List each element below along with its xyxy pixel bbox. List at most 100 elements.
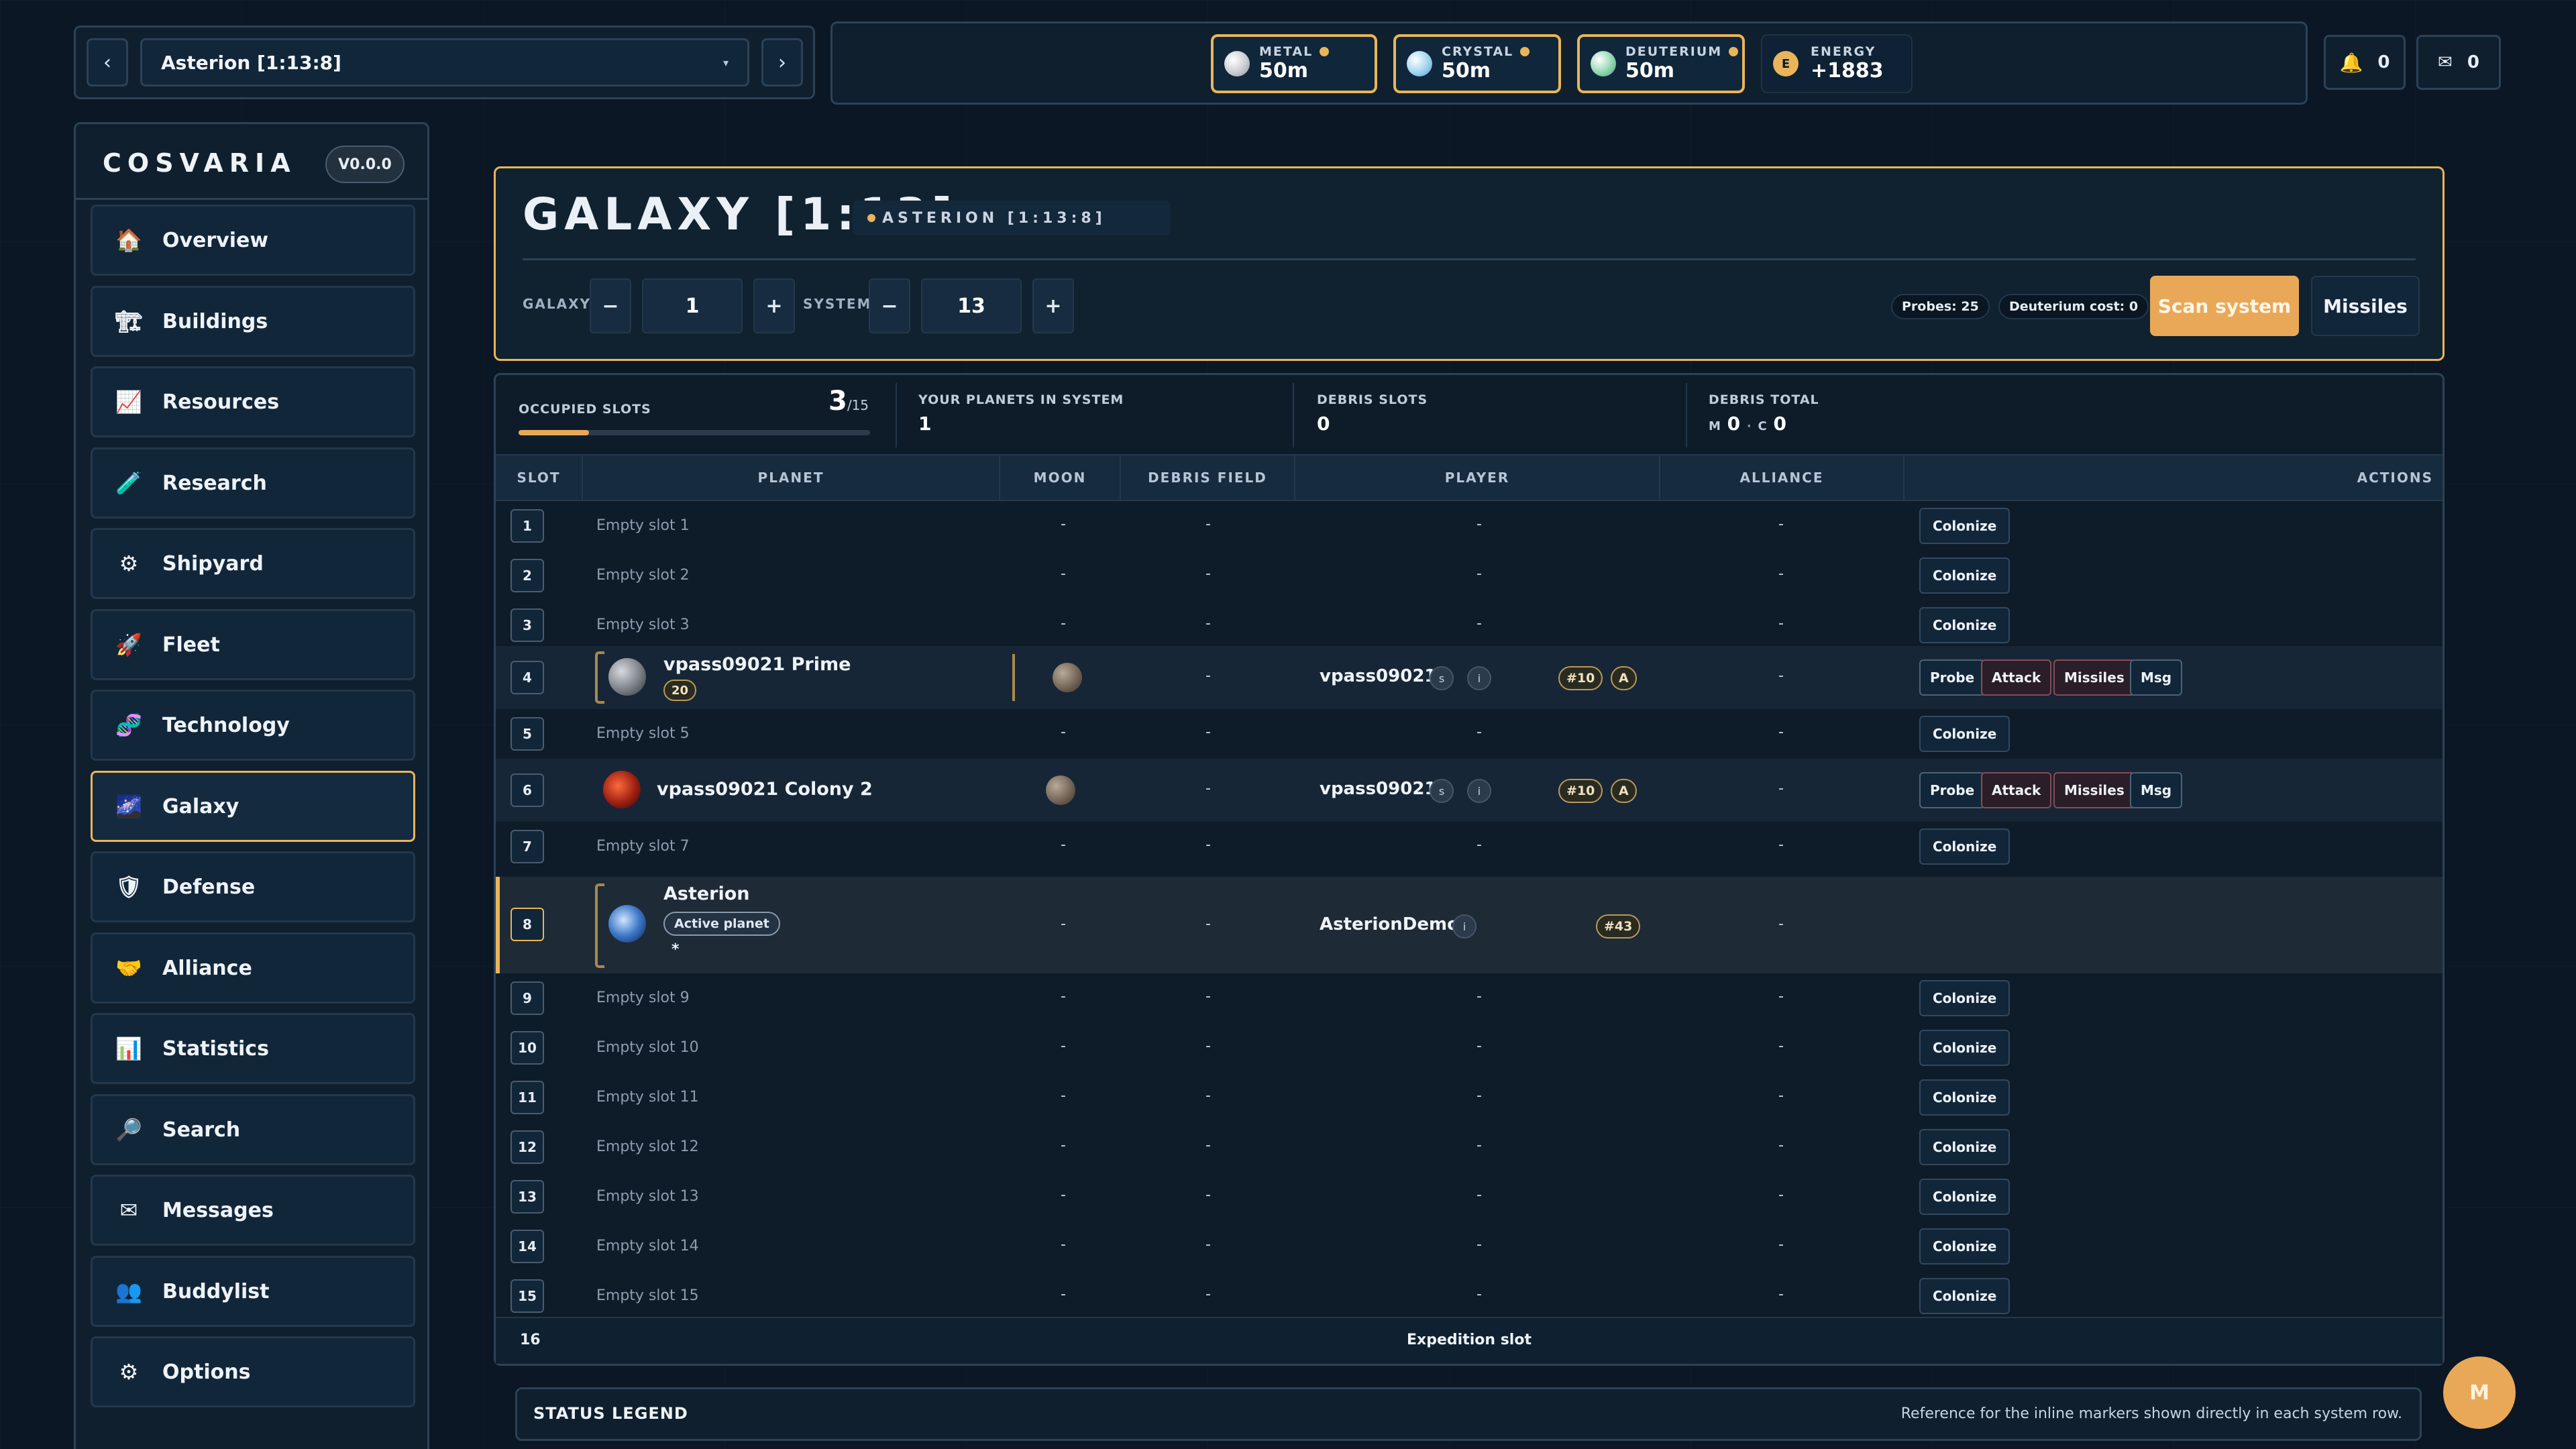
system-decrement-button[interactable]: − xyxy=(869,278,910,333)
player-value: - xyxy=(1477,1286,1482,1303)
status-legend[interactable]: STATUS LEGEND Reference for the inline m… xyxy=(515,1387,2422,1441)
planet-image[interactable] xyxy=(603,771,641,808)
galaxy-input[interactable]: 1 xyxy=(642,278,743,333)
planet-image[interactable] xyxy=(608,905,646,943)
sidebar-item-options[interactable]: ⚙ Options xyxy=(91,1336,415,1407)
probe-button[interactable]: Probe xyxy=(1919,772,1986,808)
sidebar-item-defense[interactable]: 🛡 Defense xyxy=(91,851,415,922)
sidebar-item-fleet[interactable]: 🚀 Fleet xyxy=(91,609,415,680)
colonize-button[interactable]: Colonize xyxy=(1919,716,2010,752)
planet-image[interactable] xyxy=(608,658,646,696)
empty-slot-label: Empty slot 9 xyxy=(596,989,690,1006)
slot-number: 1 xyxy=(511,509,544,543)
player-value: - xyxy=(1477,988,1482,1005)
deuterium-icon xyxy=(1591,51,1616,76)
energy-resource[interactable]: E ENERGY +1883 xyxy=(1761,34,1913,93)
status-dot xyxy=(1729,46,1739,56)
moon-icon[interactable] xyxy=(1046,775,1075,805)
player-name[interactable]: vpass09021 xyxy=(1320,666,1437,686)
mail-button[interactable]: ✉ 0 xyxy=(2416,35,2501,90)
sidebar-item-overview[interactable]: 🏠 Overview xyxy=(91,205,415,276)
planet-name[interactable]: Asterion xyxy=(663,883,750,904)
colonize-button[interactable]: Colonize xyxy=(1919,980,2010,1016)
sidebar-item-statistics[interactable]: 📊 Statistics xyxy=(91,1013,415,1084)
probe-button[interactable]: Probe xyxy=(1919,659,1986,696)
player-value: - xyxy=(1477,1187,1482,1203)
crystal-icon xyxy=(1407,51,1432,76)
sidebar-item-shipyard[interactable]: ⚙ Shipyard xyxy=(91,528,415,599)
colonize-button[interactable]: Colonize xyxy=(1919,557,2010,594)
colonize-button[interactable]: Colonize xyxy=(1919,1030,2010,1066)
colonize-button[interactable]: Colonize xyxy=(1919,1179,2010,1215)
sidebar-item-technology[interactable]: 🧬 Technology xyxy=(91,690,415,761)
planet-name[interactable]: vpass09021 Colony 2 xyxy=(657,779,873,800)
next-planet-button[interactable]: › xyxy=(761,38,803,87)
attack-button[interactable]: Attack xyxy=(1981,772,2052,808)
planet-name[interactable]: vpass09021 Prime xyxy=(663,654,851,675)
occupied-slots-value: 3 xyxy=(828,386,847,417)
slot-number: 4 xyxy=(511,661,544,694)
player-name[interactable]: vpass09021 xyxy=(1320,779,1437,799)
alliance-value: - xyxy=(1778,566,1784,582)
info-icon[interactable]: i xyxy=(1452,914,1477,938)
sidebar-item-research[interactable]: 🧪 Research xyxy=(91,447,415,519)
alliance-value: - xyxy=(1778,1187,1784,1203)
attack-button[interactable]: Attack xyxy=(1981,659,2052,696)
slot-number: 9 xyxy=(511,981,544,1015)
brand-logo: COSVARIA xyxy=(103,148,297,178)
scan-system-button[interactable]: Scan system xyxy=(2150,276,2299,336)
system-increment-button[interactable]: + xyxy=(1032,278,1074,333)
player-value: - xyxy=(1477,1137,1482,1154)
colonize-button[interactable]: Colonize xyxy=(1919,508,2010,544)
prev-planet-button[interactable]: ‹ xyxy=(87,38,128,87)
missiles-button[interactable]: Missiles xyxy=(2053,659,2135,696)
debris-slots-stat: DEBRIS SLOTS 0 xyxy=(1293,375,1686,454)
galaxy-increment-button[interactable]: + xyxy=(753,278,795,333)
mail-icon: ✉ xyxy=(2438,52,2453,72)
crystal-label: CRYSTAL xyxy=(1442,44,1514,59)
galaxy-decrement-button[interactable]: − xyxy=(590,278,631,333)
debris-value: - xyxy=(1205,837,1211,853)
sidebar-item-alliance[interactable]: 🤝 Alliance xyxy=(91,932,415,1004)
search-icon: 🔎 xyxy=(115,1117,142,1142)
missiles-button[interactable]: Missiles xyxy=(2053,772,2135,808)
message-button[interactable]: Msg xyxy=(2130,772,2183,808)
sidebar-item-search[interactable]: 🔎 Search xyxy=(91,1094,415,1165)
message-button[interactable]: Msg xyxy=(2130,659,2183,696)
moon-icon[interactable] xyxy=(1053,663,1082,692)
moon-value: - xyxy=(1061,615,1066,632)
sidebar-item-resources[interactable]: 📈 Resources xyxy=(91,366,415,437)
colonize-button[interactable]: Colonize xyxy=(1919,1079,2010,1116)
metal-value: 50m xyxy=(1259,59,1309,83)
moon-value: - xyxy=(1061,837,1066,853)
missiles-button[interactable]: Missiles xyxy=(2311,276,2420,336)
sidebar-item-messages[interactable]: ✉ Messages xyxy=(91,1175,415,1246)
slot-number: 14 xyxy=(511,1230,544,1263)
avatar-button[interactable]: M xyxy=(2443,1356,2516,1429)
metal-resource[interactable]: METAL 50m xyxy=(1211,34,1377,93)
alliance-value: - xyxy=(1778,837,1784,853)
colonize-button[interactable]: Colonize xyxy=(1919,607,2010,643)
colonize-button[interactable]: Colonize xyxy=(1919,1278,2010,1314)
system-input[interactable]: 13 xyxy=(921,278,1022,333)
fleet-icon: 🚀 xyxy=(115,632,142,657)
info-icon[interactable]: i xyxy=(1467,779,1491,803)
table-header: SLOT PLANET MOON DEBRIS FIELD PLAYER ALL… xyxy=(496,454,2443,501)
colonize-button[interactable]: Colonize xyxy=(1919,828,2010,865)
notifications-button[interactable]: 🔔 0 xyxy=(2324,35,2406,90)
alliance-value: - xyxy=(1778,724,1784,741)
planet-dropdown[interactable]: Asterion [1:13:8] ▾ xyxy=(140,38,749,87)
colonize-button[interactable]: Colonize xyxy=(1919,1129,2010,1165)
deuterium-resource[interactable]: DEUTERIUM 50m xyxy=(1577,34,1745,93)
active-planet-badge: Active planet xyxy=(663,912,780,936)
crystal-resource[interactable]: CRYSTAL 50m xyxy=(1393,34,1561,93)
sidebar-item-buildings[interactable]: 🏗 Buildings xyxy=(91,286,415,357)
sidebar-item-label: Messages xyxy=(162,1198,274,1222)
info-icon[interactable]: i xyxy=(1467,666,1491,690)
colonize-button[interactable]: Colonize xyxy=(1919,1228,2010,1265)
player-name[interactable]: AsterionDemo xyxy=(1320,914,1459,934)
slot-number: 8 xyxy=(511,908,544,941)
alliance-tag-badge: A xyxy=(1611,666,1637,690)
sidebar-item-buddylist[interactable]: 👥 Buddylist xyxy=(91,1256,415,1327)
sidebar-item-galaxy[interactable]: 🌌 Galaxy xyxy=(91,771,415,842)
